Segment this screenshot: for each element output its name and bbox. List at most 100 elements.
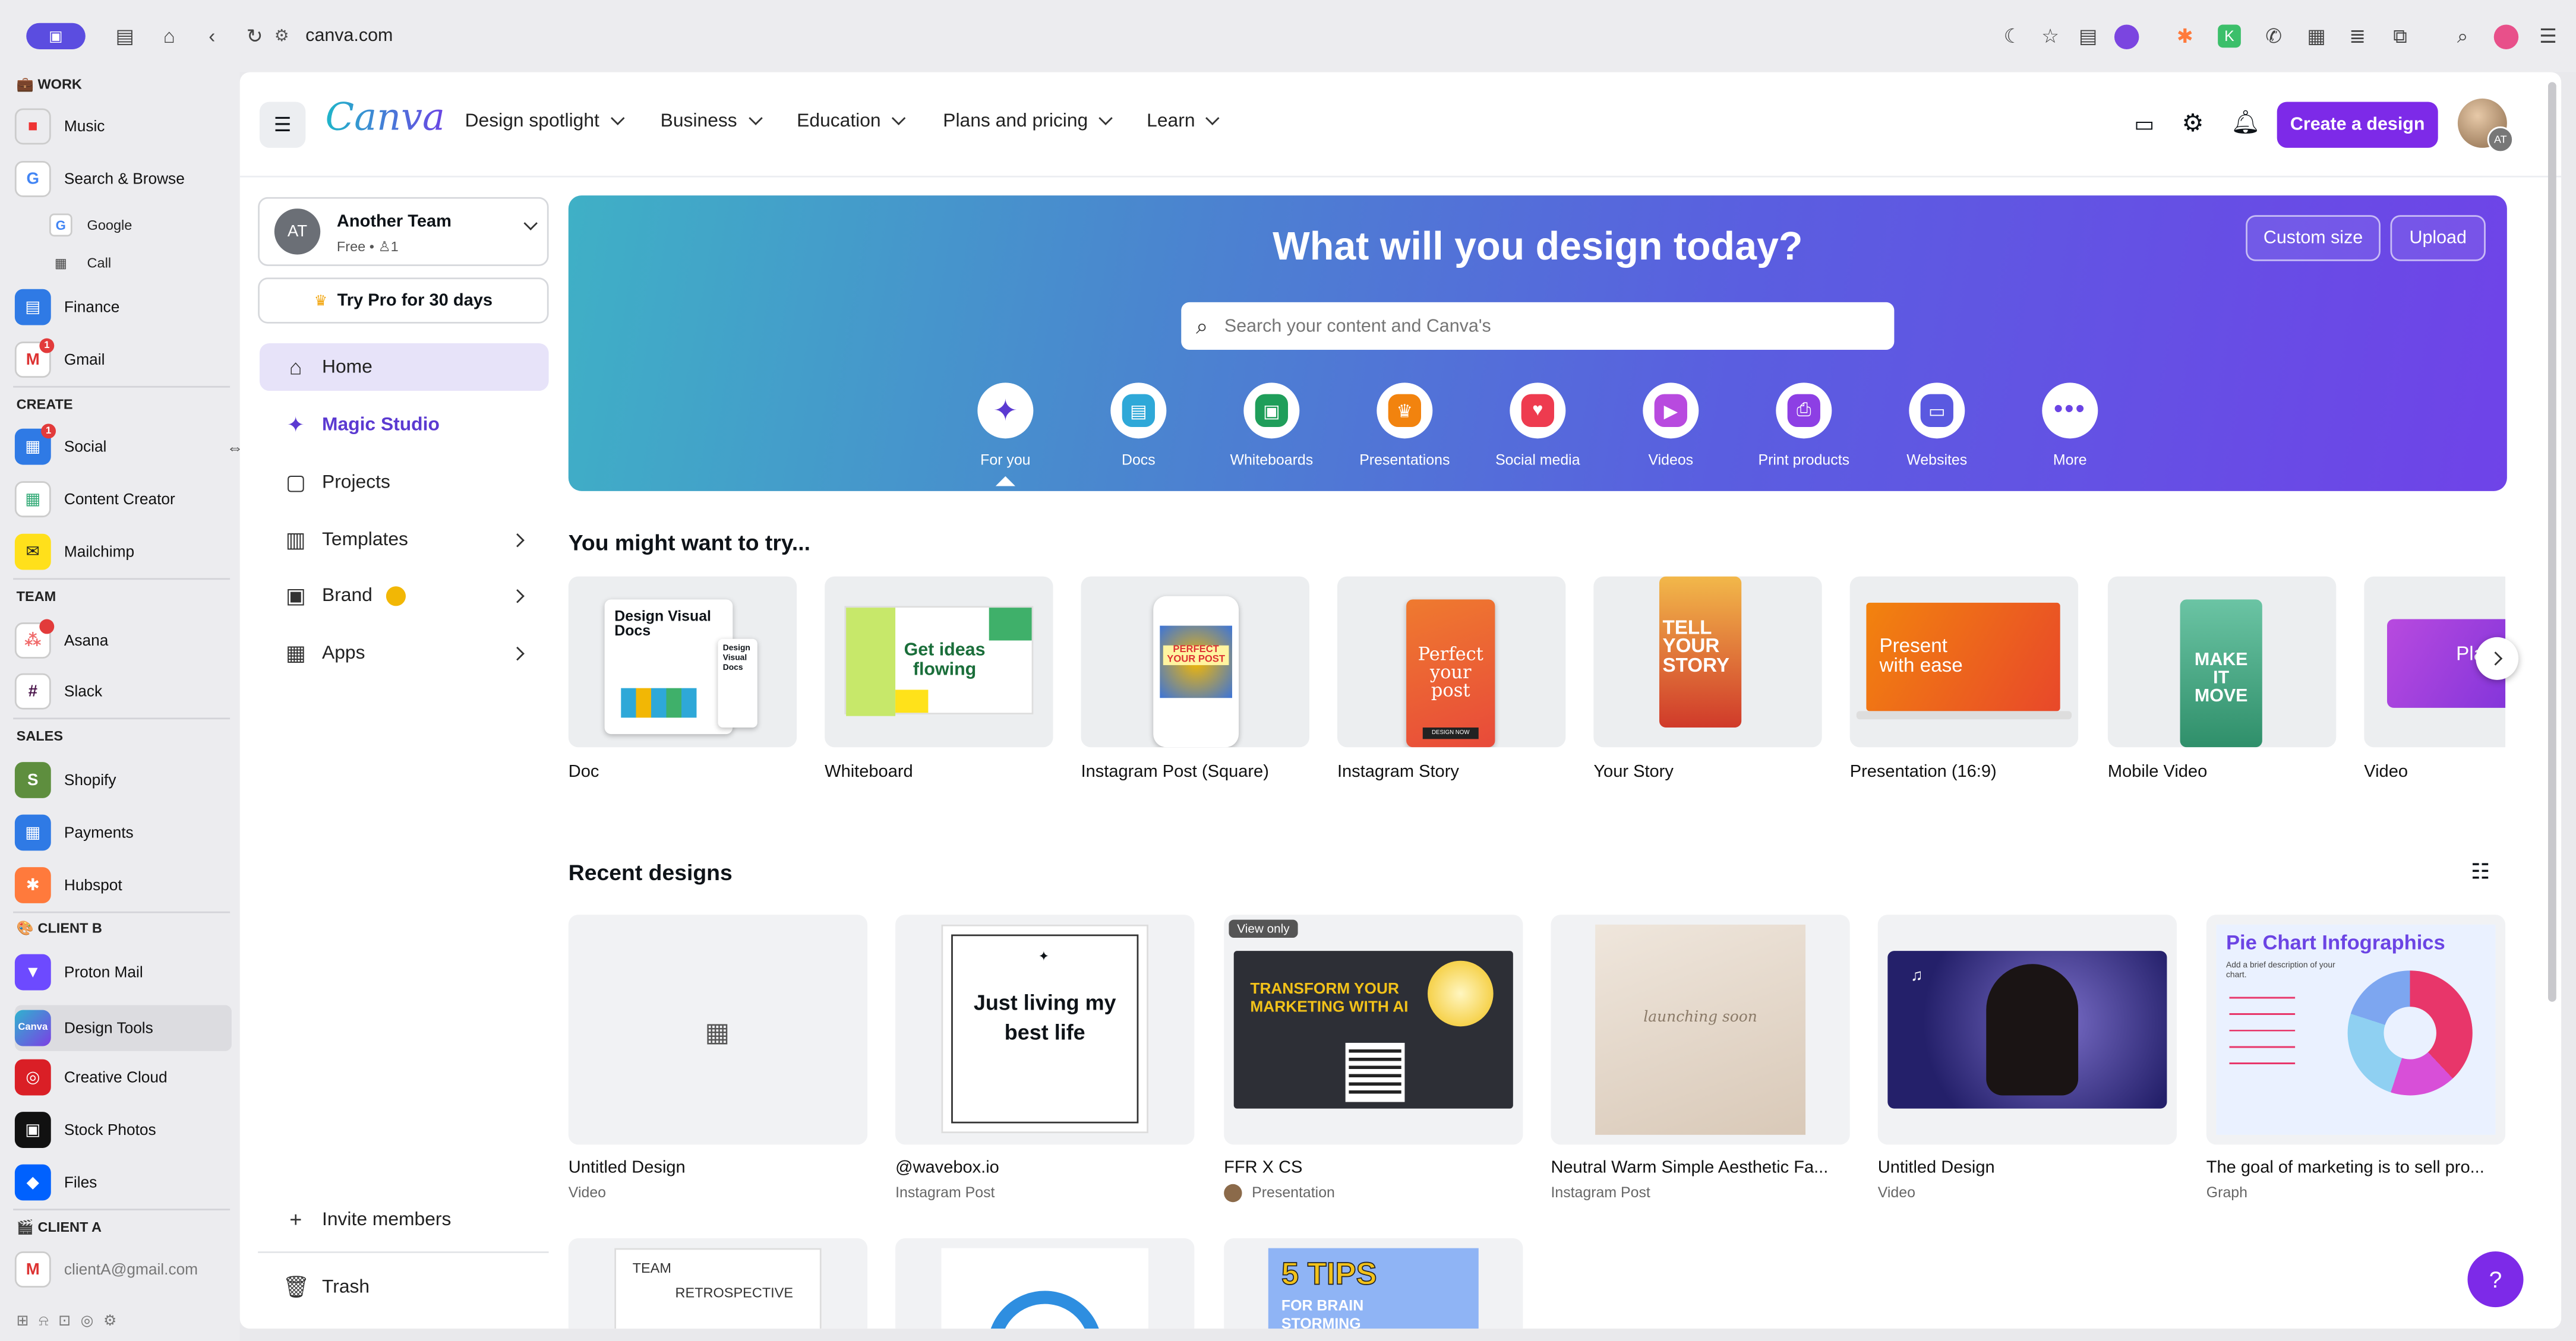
category-for-you[interactable]: ✦ For you <box>940 382 1071 486</box>
search-icon[interactable]: ⌕ <box>2449 23 2476 49</box>
try-item-your-story[interactable]: TELL YOUR STORY Your Story <box>1593 576 1822 782</box>
try-item-instagram-post[interactable]: PERFECT YOUR POST Instagram Post (Square… <box>1081 576 1309 782</box>
back-icon[interactable]: ‹ <box>199 23 225 49</box>
settings-gear-icon[interactable]: ⚙ <box>2182 109 2204 138</box>
recent-design-item[interactable]: View only TRANSFORM YOUR MARKETING WITH … <box>1224 915 1523 1203</box>
hero-search-input[interactable] <box>1224 316 1849 336</box>
sidebar-item-payments[interactable]: ▦ Payments <box>14 813 232 852</box>
try-item-video[interactable]: Play vid Video <box>2364 576 2506 782</box>
lock-icon[interactable]: ⊡ <box>58 1312 80 1329</box>
settings-icon[interactable]: ⚙ <box>103 1312 127 1329</box>
sidebar-item-hubspot[interactable]: ✱ Hubspot <box>14 865 232 904</box>
sidebar-item-finance[interactable]: ▤ Finance <box>14 287 232 327</box>
nav-education[interactable]: Education <box>797 111 906 131</box>
upload-button[interactable]: Upload <box>2390 215 2486 261</box>
hubspot-extension-icon[interactable]: ✱ <box>2172 23 2198 49</box>
try-item-mobile-video[interactable]: MAKE IT MOVE Mobile Video <box>2107 576 2337 782</box>
recent-design-item[interactable] <box>895 1238 1195 1329</box>
phone-extension-icon[interactable]: ✆ <box>2261 23 2287 49</box>
add-icon[interactable]: ⊞ <box>17 1312 39 1329</box>
sidebar-sub-google[interactable]: G Google <box>49 213 132 237</box>
nav-projects[interactable]: ▢ Projects <box>260 458 549 506</box>
nav-magic-studio[interactable]: ✦ Magic Studio <box>260 401 549 448</box>
try-pro-button[interactable]: ♛ Try Pro for 30 days <box>258 277 549 324</box>
sidebar-item-content-creator[interactable]: ▦ Content Creator <box>14 479 232 518</box>
sidebar-item-stock-photos[interactable]: ▣ Stock Photos <box>14 1110 232 1149</box>
page-scrollbar[interactable] <box>2547 82 2556 1002</box>
invite-members-button[interactable]: + Invite members <box>260 1195 549 1243</box>
notes-extension-icon[interactable]: ▦ <box>2303 23 2329 49</box>
carousel-next-button[interactable] <box>2476 637 2519 680</box>
sidebar-item-slack[interactable]: # Slack <box>14 672 232 711</box>
user-avatar[interactable]: AT <box>2457 98 2514 153</box>
dark-mode-icon[interactable]: ☾ <box>1999 23 2025 49</box>
category-print-products[interactable]: ⎙ Print products <box>1738 382 1870 468</box>
nav-home[interactable]: ⌂ Home <box>259 343 549 391</box>
profile-switcher-button[interactable]: ▣ <box>26 23 86 49</box>
sidebar-item-creative-cloud[interactable]: ◎ Creative Cloud <box>14 1058 232 1097</box>
k-extension-icon[interactable]: K <box>2218 24 2241 48</box>
bell-icon[interactable]: ⍾ <box>39 1312 58 1329</box>
notifications-bell-icon[interactable]: 🔔︎ <box>2231 109 2260 137</box>
help-button[interactable]: ? <box>2467 1251 2524 1308</box>
home-icon[interactable]: ⌂ <box>156 23 182 49</box>
profile-avatar-icon[interactable] <box>2493 24 2519 49</box>
category-videos[interactable]: ▶ Videos <box>1605 382 1737 468</box>
create-design-button[interactable]: Create a design <box>2277 102 2438 148</box>
recent-design-item[interactable]: TEAM RETROSPECTIVE <box>568 1238 868 1329</box>
category-presentations[interactable]: ♛ Presentations <box>1339 382 1470 468</box>
nav-brand[interactable]: ▣ Brand <box>260 571 549 619</box>
category-websites[interactable]: ▭ Websites <box>1871 382 2003 468</box>
sidebar-toggle-icon[interactable]: ▤ <box>112 23 138 49</box>
category-docs[interactable]: ▤ Docs <box>1073 382 1204 468</box>
nav-apps[interactable]: ▦ Apps <box>260 629 549 676</box>
sidebar-item-files[interactable]: ◆ Files <box>14 1163 232 1202</box>
compass-icon[interactable]: ◎ <box>81 1312 103 1329</box>
nav-learn[interactable]: Learn <box>1147 111 1220 131</box>
recent-design-item[interactable]: 5 TIPS FOR BRAIN STORMING <box>1224 1238 1523 1329</box>
category-social-media[interactable]: ♥ Social media <box>1472 382 1603 468</box>
nav-plans-pricing[interactable]: Plans and pricing <box>943 111 1113 131</box>
canva-logo[interactable]: Canva <box>326 97 445 140</box>
sidebar-item-client-a-email[interactable]: MclientA@gmail.com <box>14 1250 232 1289</box>
reload-icon[interactable]: ↻ <box>241 23 267 49</box>
menu-icon[interactable]: ☰ <box>2535 23 2561 49</box>
recent-design-item[interactable]: ▦ Untitled Design Video <box>568 915 868 1200</box>
nav-design-spotlight[interactable]: Design spotlight <box>465 111 625 131</box>
recent-design-item[interactable]: Pie Chart Infographics Add a brief descr… <box>2206 915 2506 1200</box>
sidebar-item-asana[interactable]: ⁂ Asana <box>14 619 232 660</box>
bookmark-star-icon[interactable]: ☆ <box>2037 23 2063 49</box>
sidebar-item-design-tools[interactable]: Canva Design Tools <box>14 1005 232 1051</box>
sidebar-item-proton-mail[interactable]: ▼ Proton Mail <box>14 953 232 992</box>
nav-templates[interactable]: ▥ Templates <box>260 515 549 563</box>
sidebar-item-shopify[interactable]: S Shopify <box>14 760 232 799</box>
try-item-doc[interactable]: Design Visual Docs Design Visual Docs Do… <box>568 576 797 782</box>
address-bar[interactable]: ⚙ canva.com <box>274 17 2147 56</box>
try-item-whiteboard[interactable]: Get ideas flowing Whiteboard <box>825 576 1053 782</box>
sidebar-item-gmail[interactable]: M 1 Gmail <box>14 338 232 379</box>
desktop-app-icon[interactable]: ▭ <box>2134 112 2154 138</box>
sidebar-item-mailchimp[interactable]: ✉ Mailchimp <box>14 532 232 571</box>
recent-design-item[interactable]: ♫ Untitled Design Video <box>1877 915 2177 1200</box>
team-switcher[interactable]: AT Another Team Free • ♙1 <box>258 197 549 266</box>
extensions-puzzle-icon[interactable]: ⧉ <box>2387 23 2413 49</box>
try-item-presentation[interactable]: Present with ease Presentation (16:9) <box>1849 576 2079 782</box>
sidebar-item-search-browse[interactable]: G Search & Browse <box>14 159 232 198</box>
category-whiteboards[interactable]: ▣ Whiteboards <box>1206 382 1337 468</box>
recent-design-item[interactable]: launching soon Neutral Warm Simple Aesth… <box>1551 915 1850 1200</box>
site-settings-icon[interactable]: ⚙ <box>274 27 289 45</box>
category-more[interactable]: ••• More <box>2004 382 2136 468</box>
sidebar-item-music[interactable]: ■ Music <box>14 107 232 146</box>
sidebar-item-social[interactable]: ▦ 1 Social <box>14 423 232 466</box>
tabs-icon[interactable]: ▤ <box>2075 23 2101 49</box>
nav-business[interactable]: Business <box>661 111 762 131</box>
storage-extension-icon[interactable]: ≣ <box>2344 23 2370 49</box>
recent-design-item[interactable]: ✦ Just living my best life @wavebox.io I… <box>895 915 1195 1200</box>
hero-search-box[interactable]: ⌕ <box>1181 302 1895 350</box>
sidebar-sub-call[interactable]: ▦ Call <box>49 251 111 274</box>
try-item-instagram-story[interactable]: Perfect your post DESIGN NOW Instagram S… <box>1337 576 1566 782</box>
nav-trash[interactable]: 🗑︎ Trash <box>260 1263 549 1311</box>
extension-purple-icon[interactable] <box>2114 24 2139 49</box>
list-view-icon[interactable]: ☷ <box>2471 859 2490 885</box>
hamburger-menu-button[interactable]: ☰ <box>259 102 306 148</box>
